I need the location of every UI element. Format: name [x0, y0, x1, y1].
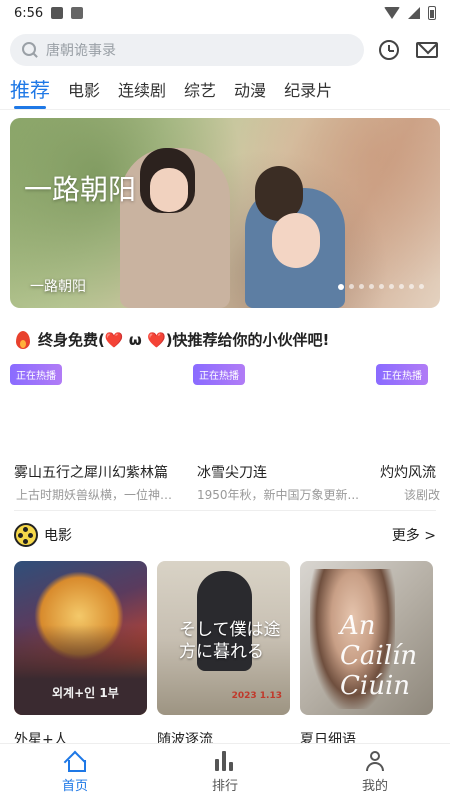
category-tabs: 推荐 电影 连续剧 综艺 动漫 纪录片 [0, 66, 450, 110]
battery-icon [428, 6, 436, 20]
promo-banner: 终身免费(❤️ ω ❤️)快推荐给你的小伙伴吧! [0, 308, 450, 350]
section-left: 电影 [14, 523, 72, 547]
hot-badge: 正在热播 [376, 364, 428, 385]
nav-label: 我的 [361, 778, 388, 794]
hot-title: 冰雪尖刀连 [197, 465, 267, 481]
movie-list: 외계+인 1부 外星+人 そして僕は途方に暮れる 2023 1.13 随波逐流 … [0, 547, 450, 749]
promo-text: 终身免费(❤️ ω ❤️)快推荐给你的小伙伴吧! [38, 330, 330, 349]
mail-icon [416, 42, 438, 58]
pagination-dot[interactable] [389, 284, 394, 289]
hot-desc: 上古时期妖兽纵横，一位神秘... [16, 488, 181, 502]
hot-title: 雾山五行之犀川幻紫林篇 [14, 465, 168, 481]
tab-series[interactable]: 连续剧 [118, 77, 166, 109]
hot-list: 正在热播 雾山五行之犀川幻紫林篇 上古时期妖兽纵横，一位神秘... 正在热播 冰… [0, 356, 450, 511]
movie-card[interactable]: An Cailín Ciúin 夏日细语 [300, 561, 433, 749]
movie-poster: そして僕は途方に暮れる 2023 1.13 [157, 561, 290, 715]
search-row: 唐朝诡事录 [0, 26, 450, 66]
hot-badge: 正在热播 [10, 364, 62, 385]
section-title: 电影 [44, 528, 72, 544]
movie-poster: An Cailín Ciúin [300, 561, 433, 715]
hot-card[interactable]: 正在热播 雾山五行之犀川幻紫林篇 上古时期妖兽纵横，一位神秘... [10, 356, 182, 511]
signal-icon [408, 7, 420, 19]
status-bar: 6:56 [0, 0, 450, 26]
nav-label: 首页 [61, 778, 88, 794]
pagination-dot[interactable] [409, 284, 414, 289]
movie-poster: 외계+인 1부 [14, 561, 147, 715]
nav-ranking[interactable]: 排行 [150, 744, 300, 800]
home-icon [64, 751, 86, 772]
divider [14, 510, 436, 511]
bar-chart-icon [215, 750, 235, 771]
pagination-dot[interactable] [338, 284, 344, 290]
banner-title: 一路朝阳 [24, 173, 137, 206]
search-placeholder: 唐朝诡事录 [46, 43, 116, 59]
app-notification-icon [71, 7, 84, 19]
nav-label: 排行 [211, 778, 238, 794]
fire-icon [14, 328, 32, 350]
hot-card[interactable]: 正在热播 冰雪尖刀连 1950年秋，新中国万象更新... [193, 356, 365, 511]
hot-desc: 该剧改 [404, 488, 441, 502]
banner-figure [150, 168, 188, 212]
poster-text: 외계+인 1부 [52, 686, 119, 700]
tab-documentary[interactable]: 纪录片 [284, 77, 332, 109]
user-icon [365, 750, 385, 771]
wifi-icon [384, 7, 400, 19]
bottom-nav: 首页 排行 我的 [0, 743, 450, 800]
hot-badge: 正在热播 [193, 364, 245, 385]
pagination-dot[interactable] [379, 284, 384, 289]
status-right [384, 6, 436, 20]
poster-art [14, 625, 147, 715]
film-reel-icon [14, 523, 38, 547]
movies-section-header: 电影 更多 > [0, 511, 450, 547]
nav-home[interactable]: 首页 [0, 744, 150, 800]
pagination-dot[interactable] [349, 284, 354, 289]
hot-title: 灼灼风流 [380, 465, 436, 481]
history-button[interactable] [376, 37, 402, 63]
nav-profile[interactable]: 我的 [300, 744, 450, 800]
banner-pagination [338, 284, 424, 290]
movie-card[interactable]: 외계+인 1부 外星+人 [14, 561, 147, 749]
hero-banner[interactable]: 一路朝阳 一路朝阳 [10, 118, 440, 308]
poster-date: 2023 1.13 [231, 691, 282, 701]
banner-caption: 一路朝阳 [30, 279, 86, 295]
tab-anime[interactable]: 动漫 [234, 77, 266, 109]
tab-recommend[interactable]: 推荐 [10, 74, 50, 109]
image-notification-icon [51, 7, 64, 19]
tab-variety[interactable]: 综艺 [184, 77, 216, 109]
more-link[interactable]: 更多 > [392, 525, 436, 545]
messages-button[interactable] [414, 37, 440, 63]
search-input[interactable]: 唐朝诡事录 [10, 34, 364, 66]
tab-movies[interactable]: 电影 [68, 77, 100, 109]
hot-card[interactable]: 正在热播 灼灼风流 该剧改 [376, 356, 450, 511]
pagination-dot[interactable] [369, 284, 374, 289]
pagination-dot[interactable] [419, 284, 424, 289]
poster-text: An Cailín Ciúin [340, 611, 418, 701]
pagination-dot[interactable] [399, 284, 404, 289]
status-left: 6:56 [14, 5, 84, 21]
movie-card[interactable]: そして僕は途方に暮れる 2023 1.13 随波逐流 [157, 561, 290, 749]
search-icon [22, 42, 38, 58]
banner-figure [272, 213, 320, 268]
poster-text: そして僕は途方に暮れる [179, 620, 281, 662]
status-time: 6:56 [14, 5, 44, 21]
hot-desc: 1950年秋，新中国万象更新... [197, 488, 359, 502]
pagination-dot[interactable] [359, 284, 364, 289]
clock-icon [379, 40, 399, 60]
